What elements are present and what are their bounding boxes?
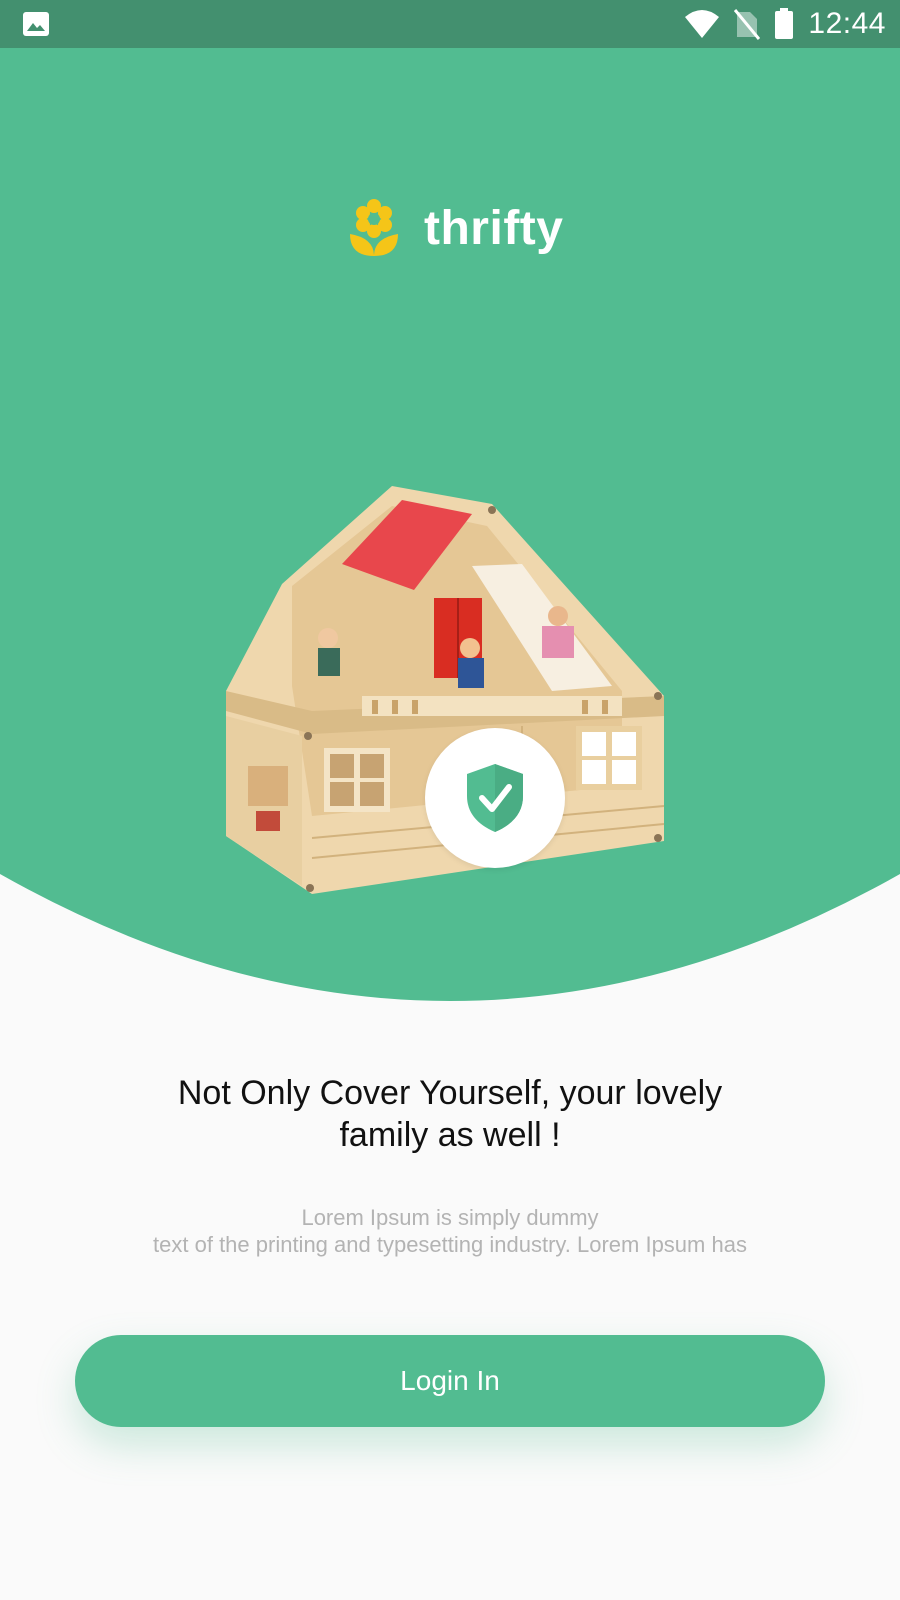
headline-line-2: family as well ! — [339, 1116, 561, 1154]
description-line-1: Lorem Ipsum is simply dummy — [301, 1205, 599, 1230]
description-text: Lorem Ipsum is simply dummy text of the … — [60, 1204, 840, 1258]
battery-icon — [775, 8, 794, 39]
brand-header: thrifty — [348, 198, 563, 258]
status-time: 12:44 — [808, 7, 886, 40]
wifi-icon — [685, 10, 720, 38]
status-bar: 12:44 — [0, 0, 900, 48]
login-button[interactable]: Login In — [75, 1335, 825, 1427]
flower-icon — [350, 199, 398, 256]
shield-badge — [425, 728, 565, 868]
image-icon — [23, 12, 49, 36]
hero-banner: thrifty — [0, 48, 900, 1008]
shield-check-icon — [467, 764, 523, 832]
description-line-2: text of the printing and typesetting ind… — [153, 1232, 747, 1257]
headline-line-1: Not Only Cover Yourself, your lovely — [177, 1074, 723, 1112]
brand-name: thrifty — [424, 201, 564, 255]
no-sim-icon — [734, 9, 761, 40]
headline: Not Only Cover Yourself, your lovely fam… — [100, 1072, 800, 1156]
status-icons: 12:44 — [684, 6, 886, 42]
